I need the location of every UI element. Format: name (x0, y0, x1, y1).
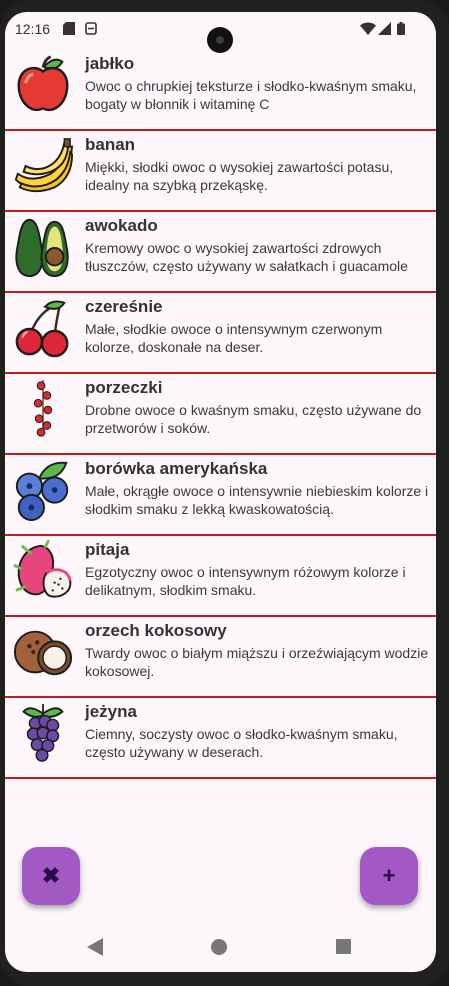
notification-icon (85, 22, 97, 35)
plus-icon: + (382, 863, 396, 888)
fruit-name: porzeczki (85, 378, 163, 397)
phone-frame: 12:16 jabłko Owoc o chrupkiej teksturze … (0, 0, 449, 986)
fruit-name: pitaja (85, 540, 130, 559)
close-icon: ✖ (41, 863, 61, 888)
list-item[interactable]: banan Miękki, słodki owoc o wysokiej zaw… (5, 131, 436, 212)
fruit-name: czereśnie (85, 297, 163, 316)
screen: 12:16 jabłko Owoc o chrupkiej teksturze … (5, 12, 436, 972)
fruit-description: Ciemny, soczysty owoc o słodko-kwaśnym s… (85, 726, 398, 760)
list-item[interactable]: jeżyna Ciemny, soczysty owoc o słodko-kw… (5, 698, 436, 779)
list-item[interactable]: orzech kokosowy Twardy owoc o białym mią… (5, 617, 436, 698)
sd-card-icon (63, 22, 75, 35)
currants-icon (33, 379, 53, 437)
home-icon[interactable] (211, 939, 227, 955)
fruit-description: Kremowy owoc o wysokiej zawartości zdrow… (85, 240, 408, 274)
fruit-description: Owoc o chrupkiej teksturze i słodko-kwaś… (85, 78, 417, 112)
fruit-description: Małe, słodkie owoce o intensywnym czerwo… (85, 321, 383, 355)
navigation-bar (5, 924, 436, 970)
fruit-name: jabłko (85, 54, 135, 73)
fruit-name: orzech kokosowy (85, 621, 227, 640)
back-icon[interactable] (87, 938, 103, 956)
list-item[interactable]: porzeczki Drobne owoce o kwaśnym smaku, … (5, 374, 436, 455)
fruit-name: awokado (85, 216, 158, 235)
list-item[interactable]: jabłko Owoc o chrupkiej teksturze i słod… (5, 50, 436, 131)
clear-button[interactable]: ✖ (22, 847, 80, 905)
fruit-description: Małe, okrągłe owoce o intensywnie niebie… (85, 483, 429, 517)
avocado-icon (15, 218, 69, 278)
fruit-description: Drobne owoce o kwaśnym smaku, często uży… (85, 402, 422, 436)
fruit-name: jeżyna (85, 702, 137, 721)
blueberries-icon (15, 461, 69, 521)
fruit-description: Twardy owoc o białym miąższu i orzeźwiaj… (85, 645, 429, 679)
list-item[interactable]: borówka amerykańska Małe, okrągłe owoce … (5, 455, 436, 536)
dragon-fruit-icon (13, 540, 72, 598)
signal-icon (378, 22, 391, 35)
fruit-description: Egzotyczny owoc o intensywnym różowym ko… (85, 564, 406, 598)
recents-icon[interactable] (336, 939, 351, 954)
fruit-name: banan (85, 135, 136, 154)
list-item[interactable]: awokado Kremowy owoc o wysokiej zawartoś… (5, 212, 436, 293)
add-button[interactable]: + (360, 847, 418, 905)
fruit-list: jabłko Owoc o chrupkiej teksturze i słod… (5, 50, 436, 779)
status-time: 12:16 (15, 21, 51, 37)
blackberry-icon (22, 703, 64, 762)
fruit-name: borówka amerykańska (85, 459, 268, 478)
list-item[interactable]: pitaja Egzotyczny owoc o intensywnym róż… (5, 536, 436, 617)
fruit-description: Miękki, słodki owoc o wysokiej zawartośc… (85, 159, 394, 193)
list-item[interactable]: czereśnie Małe, słodkie owoce o intensyw… (5, 293, 436, 374)
cherries-icon (15, 300, 69, 358)
wifi-icon (360, 22, 376, 35)
apple-icon (17, 55, 69, 112)
coconut-icon (13, 630, 73, 676)
battery-icon (397, 22, 405, 35)
banana-icon (14, 138, 74, 193)
